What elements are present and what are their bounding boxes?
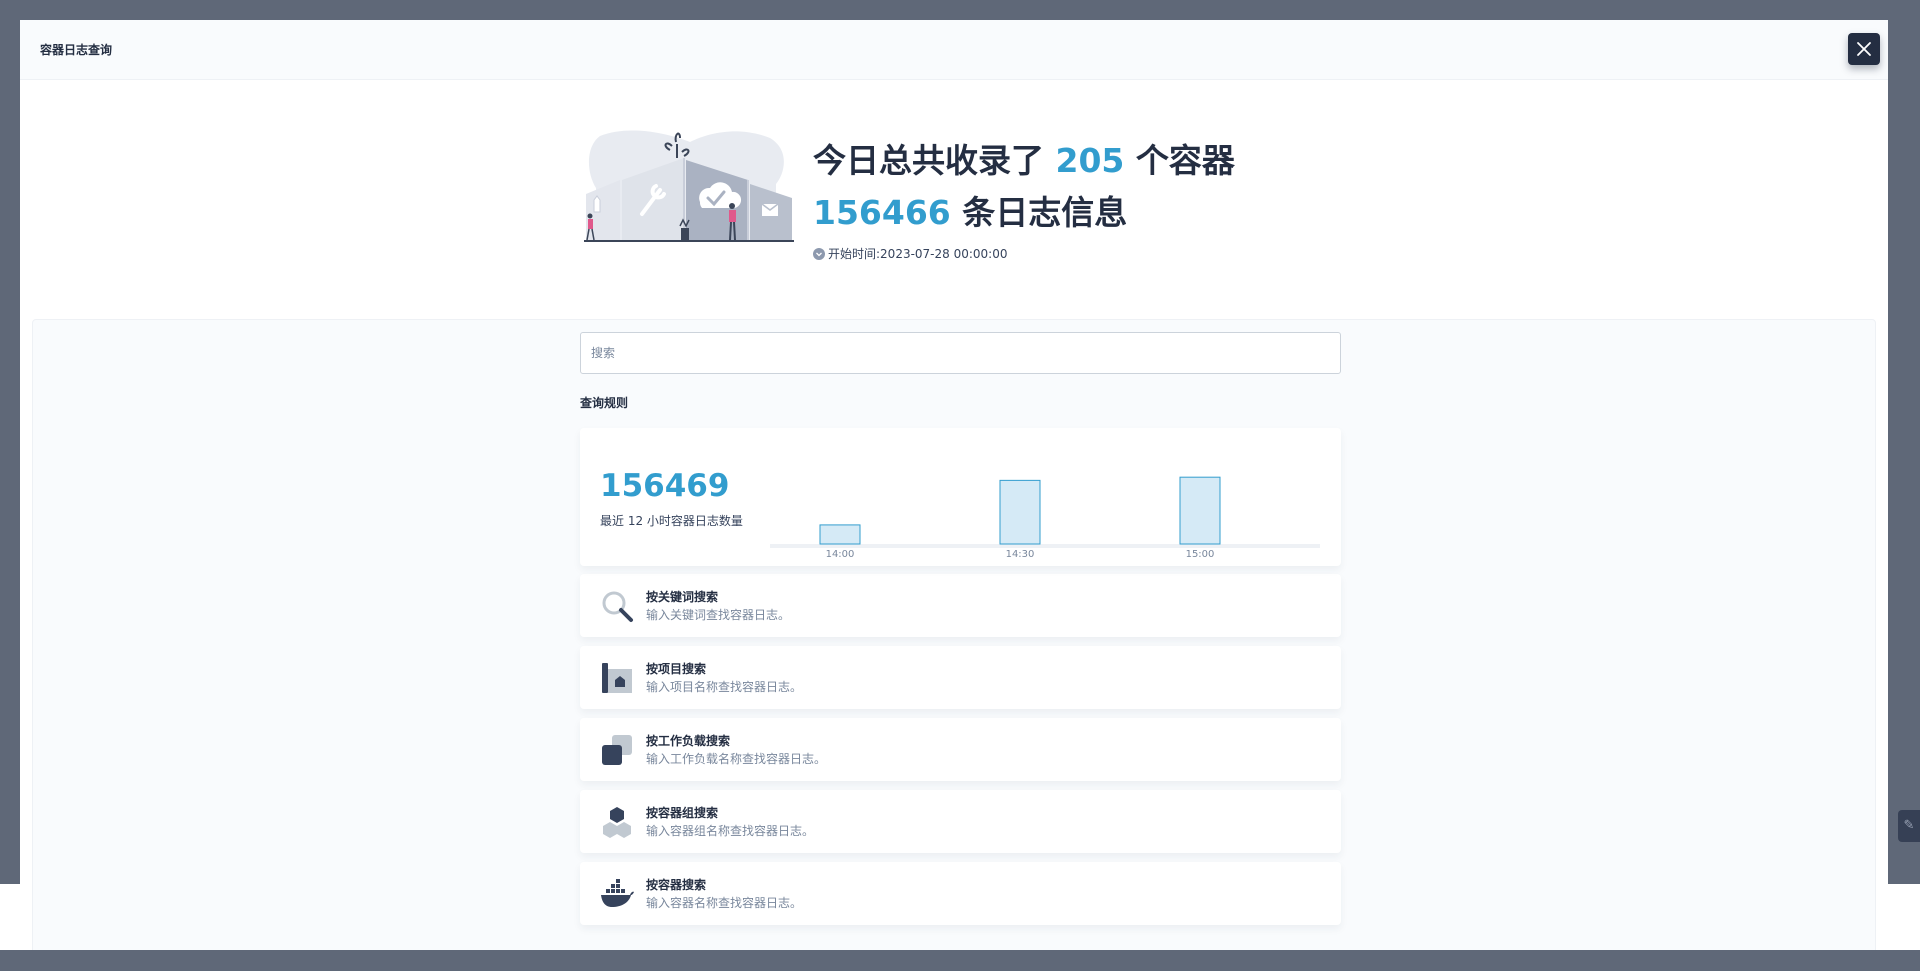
rule-title: 按项目搜索 bbox=[646, 661, 707, 676]
log-count-line: 156466 条日志信息 bbox=[813, 187, 1235, 239]
container-count-line: 今日总共收录了 205 个容器 bbox=[813, 135, 1235, 187]
search-input[interactable] bbox=[580, 332, 1341, 374]
container-count: 205 bbox=[1055, 141, 1125, 180]
query-content: 查询规则 156469 最近 12 小时容器日志数量 14:00 14:30 15:… bbox=[32, 319, 1876, 950]
rule-title: 按工作负载搜索 bbox=[646, 733, 731, 748]
rule-text: 按项目搜索输入项目名称查找容器日志。 bbox=[646, 660, 802, 696]
query-rule-magnifier[interactable]: 按关键词搜索输入关键词查找容器日志。 bbox=[580, 574, 1341, 637]
modal-header: 容器日志查询 bbox=[20, 20, 1888, 80]
log-count-suffix: 条日志信息 bbox=[962, 193, 1128, 232]
pencil-icon: ✎ bbox=[1903, 818, 1915, 833]
rule-description: 输入关键词查找容器日志。 bbox=[646, 607, 791, 622]
query-rule-workload[interactable]: 按工作负载搜索输入工作负载名称查找容器日志。 bbox=[580, 718, 1341, 781]
start-time: 开始时间: 2023-07-28 00:00:00 bbox=[813, 245, 1235, 262]
clock-icon bbox=[813, 247, 825, 260]
log-histogram-chart: 14:00 14:30 15:00 bbox=[770, 476, 1320, 558]
log-total-label: 最近 12 小时容器日志数量 bbox=[600, 514, 743, 528]
log-count: 156466 bbox=[813, 193, 951, 232]
rule-text: 按容器搜索输入容器名称查找容器日志。 bbox=[646, 876, 802, 912]
chart-bar-0[interactable] bbox=[819, 524, 861, 545]
rule-title: 按容器组搜索 bbox=[646, 805, 719, 820]
workload-icon bbox=[600, 733, 634, 767]
rule-description: 输入项目名称查找容器日志。 bbox=[646, 679, 803, 694]
container-count-suffix: 个容器 bbox=[1135, 141, 1235, 180]
rule-text: 按工作负载搜索输入工作负载名称查找容器日志。 bbox=[646, 732, 826, 768]
query-rule-docker[interactable]: 按容器搜索输入容器名称查找容器日志。 bbox=[580, 862, 1341, 925]
log-stats-card: 156469 最近 12 小时容器日志数量 14:00 14:30 15:00 bbox=[580, 428, 1341, 566]
close-button[interactable] bbox=[1848, 33, 1880, 65]
container-log-modal: 容器日志查询 今日总共收录了 205 个容器 156466 条日志信息 开始时间… bbox=[20, 20, 1888, 950]
start-time-label: 开始时间: bbox=[828, 247, 881, 261]
rule-description: 输入容器组名称查找容器日志。 bbox=[646, 823, 815, 838]
rule-text: 按关键词搜索输入关键词查找容器日志。 bbox=[646, 588, 790, 624]
chart-bar-1[interactable] bbox=[999, 479, 1041, 545]
docker-icon bbox=[600, 877, 634, 911]
side-tool-tab[interactable]: ✎ bbox=[1898, 810, 1920, 842]
query-panel: 查询规则 156469 最近 12 小时容器日志数量 14:00 14:30 15:… bbox=[580, 332, 1341, 934]
query-rules-title: 查询规则 bbox=[580, 396, 629, 410]
chart-x-axis bbox=[770, 544, 1320, 548]
rule-title: 按关键词搜索 bbox=[646, 589, 719, 604]
hero-summary: 今日总共收录了 205 个容器 156466 条日志信息 开始时间: 2023-0… bbox=[813, 135, 1235, 262]
rule-text: 按容器组搜索输入容器组名称查找容器日志。 bbox=[646, 804, 814, 840]
chart-tick-label: 14:00 bbox=[826, 549, 855, 558]
project-icon bbox=[600, 661, 634, 695]
query-rule-project[interactable]: 按项目搜索输入项目名称查找容器日志。 bbox=[580, 646, 1341, 709]
log-total-count: 156469 bbox=[600, 468, 730, 504]
hero-section: 今日总共收录了 205 个容器 156466 条日志信息 开始时间: 2023-0… bbox=[20, 80, 1888, 318]
modal-title: 容器日志查询 bbox=[40, 43, 113, 57]
chart-tick-label: 14:30 bbox=[1006, 549, 1035, 558]
rule-title: 按容器搜索 bbox=[646, 877, 707, 892]
rule-description: 输入工作负载名称查找容器日志。 bbox=[646, 751, 827, 766]
close-icon bbox=[1857, 42, 1871, 56]
start-time-value: 2023-07-28 00:00:00 bbox=[880, 246, 1008, 261]
chart-tick-label: 15:00 bbox=[1186, 549, 1215, 558]
rule-description: 输入容器名称查找容器日志。 bbox=[646, 895, 803, 910]
query-rule-pod[interactable]: 按容器组搜索输入容器组名称查找容器日志。 bbox=[580, 790, 1341, 853]
chart-bar-2[interactable] bbox=[1179, 476, 1221, 545]
warehouse-illustration-icon bbox=[584, 130, 794, 242]
container-count-prefix: 今日总共收录了 bbox=[813, 141, 1044, 180]
query-rule-list: 按关键词搜索 输入关键词查找容器日志。 按项目搜索 输入项目名称查找容器日志。 按工作负… bbox=[580, 574, 1341, 925]
magnifier-icon bbox=[600, 589, 634, 623]
pod-icon bbox=[600, 805, 634, 839]
